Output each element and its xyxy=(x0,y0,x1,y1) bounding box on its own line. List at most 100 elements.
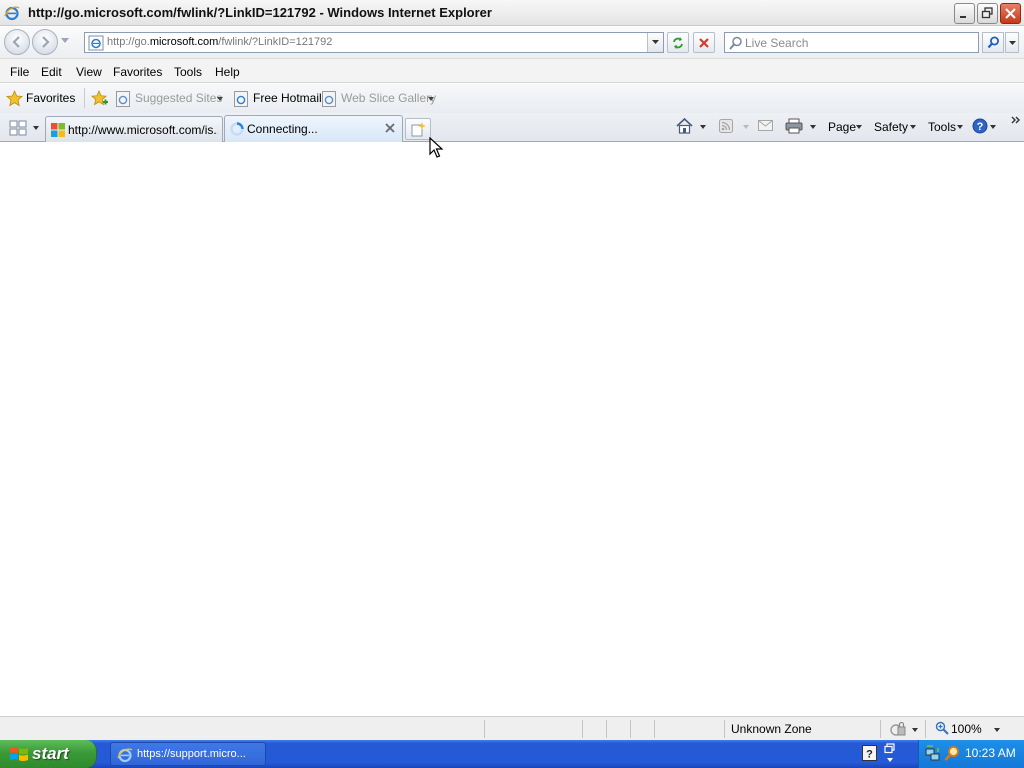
close-window-button[interactable] xyxy=(1000,3,1021,24)
page-menu-button[interactable]: Page xyxy=(828,120,856,134)
search-button[interactable] xyxy=(982,32,1004,53)
svg-text:?: ? xyxy=(977,121,984,133)
new-tab-icon xyxy=(411,122,426,137)
url-text[interactable]: http://go.microsoft.com/fwlink/?LinkID=1… xyxy=(107,36,332,48)
tools-menu-button[interactable]: Tools xyxy=(928,120,956,134)
new-tab-button[interactable] xyxy=(405,118,431,140)
ie-page-icon xyxy=(322,91,336,107)
toolbar-overflow-chevron-icon[interactable] xyxy=(1011,116,1021,124)
chevron-down-icon[interactable] xyxy=(856,125,862,129)
chevron-down-icon xyxy=(1009,41,1016,45)
chevron-down-icon[interactable] xyxy=(428,97,434,101)
tab-microsoft[interactable]: http://www.microsoft.com/is... xyxy=(45,116,223,142)
forward-button[interactable] xyxy=(32,29,58,55)
menu-help[interactable]: Help xyxy=(215,65,240,79)
favorites-button[interactable]: Favorites xyxy=(26,91,75,105)
address-dropdown-button[interactable] xyxy=(647,33,663,52)
help-tray-icon[interactable]: ? xyxy=(862,745,877,761)
url-suffix: /fwlink/?LinkID=121792 xyxy=(218,36,333,48)
page-content xyxy=(0,142,1024,715)
chevron-down-icon[interactable] xyxy=(957,125,963,129)
status-separator xyxy=(654,720,655,738)
network-tray-icon[interactable] xyxy=(925,745,941,762)
start-button[interactable]: start xyxy=(0,740,97,768)
search-icon xyxy=(987,36,999,49)
menu-bar: File Edit View Favorites Tools Help xyxy=(0,58,1024,83)
print-icon[interactable] xyxy=(785,118,803,134)
print-dropdown-icon[interactable] xyxy=(810,125,816,129)
web-slice-gallery-link[interactable]: Web Slice Gallery xyxy=(341,91,436,105)
status-separator xyxy=(925,720,926,738)
menu-view[interactable]: View xyxy=(76,65,102,79)
menu-tools[interactable]: Tools xyxy=(174,65,202,79)
search-tray-icon[interactable] xyxy=(944,745,960,762)
address-toolbar: http://go.microsoft.com/fwlink/?LinkID=1… xyxy=(0,27,1024,58)
taskbar-window-label: https://support.micro... xyxy=(137,748,246,760)
menu-edit[interactable]: Edit xyxy=(41,65,62,79)
suggested-sites-link[interactable]: Suggested Sites xyxy=(135,91,222,105)
back-arrow-icon xyxy=(12,36,20,48)
zoom-icon[interactable] xyxy=(935,721,949,735)
tab-label: Connecting... xyxy=(247,122,318,136)
taskbar-window-button[interactable]: https://support.micro... xyxy=(110,742,266,766)
close-tab-icon[interactable] xyxy=(385,123,395,133)
search-box[interactable] xyxy=(724,32,979,53)
free-hotmail-link[interactable]: Free Hotmail xyxy=(253,91,322,105)
refresh-icon xyxy=(673,37,683,49)
url-prefix: http://go. xyxy=(107,36,150,48)
restore-button[interactable] xyxy=(977,3,998,24)
zoom-dropdown-icon[interactable] xyxy=(994,728,1000,732)
start-label: start xyxy=(32,744,69,763)
status-separator xyxy=(724,720,725,738)
status-separator xyxy=(582,720,583,738)
help-dropdown-icon[interactable] xyxy=(990,125,996,129)
add-to-favorites-bar-icon[interactable] xyxy=(91,90,109,107)
back-button[interactable] xyxy=(4,29,30,55)
search-options-dropdown[interactable] xyxy=(1005,32,1019,53)
status-separator xyxy=(484,720,485,738)
zoom-level[interactable]: 100% xyxy=(951,722,982,736)
taskbar-clock[interactable]: 10:23 AM xyxy=(965,746,1016,760)
minimize-button[interactable] xyxy=(954,3,975,24)
search-input[interactable] xyxy=(745,35,975,50)
chevron-down-icon[interactable] xyxy=(912,728,918,732)
ie-page-icon xyxy=(234,91,248,107)
safety-menu-button[interactable]: Safety xyxy=(874,120,908,134)
protected-mode-icon[interactable] xyxy=(890,721,906,737)
help-icon[interactable]: ? xyxy=(972,118,988,134)
chevron-down-icon[interactable] xyxy=(910,125,916,129)
search-provider-icon xyxy=(729,36,742,50)
stop-button[interactable] xyxy=(693,32,715,53)
refresh-button[interactable] xyxy=(667,32,689,53)
status-separator xyxy=(606,720,607,738)
menu-favorites[interactable]: Favorites xyxy=(113,65,162,79)
internet-explorer-icon xyxy=(117,748,133,763)
home-dropdown-icon[interactable] xyxy=(700,125,706,129)
quick-tabs-icon[interactable] xyxy=(6,117,32,139)
read-mail-icon[interactable] xyxy=(758,120,773,131)
mouse-pointer-icon xyxy=(429,137,443,158)
status-separator xyxy=(880,720,881,738)
status-bar: Unknown Zone 100% xyxy=(0,716,1024,740)
restore-taskbar-icon[interactable] xyxy=(884,743,896,765)
chevron-down-icon[interactable] xyxy=(217,97,223,101)
tab-connecting[interactable]: Connecting... xyxy=(224,115,403,142)
menu-file[interactable]: File xyxy=(10,65,29,79)
ie-page-icon xyxy=(116,91,130,107)
tab-label: http://www.microsoft.com/is... xyxy=(68,123,218,137)
address-field[interactable]: http://go.microsoft.com/fwlink/?LinkID=1… xyxy=(84,32,664,53)
recent-pages-dropdown-icon[interactable] xyxy=(61,38,69,43)
stop-icon xyxy=(699,38,709,48)
tab-list-dropdown-icon[interactable] xyxy=(33,126,39,130)
forward-arrow-icon xyxy=(42,36,50,48)
feeds-icon[interactable] xyxy=(719,119,733,133)
window-title: http://go.microsoft.com/fwlink/?LinkID=1… xyxy=(28,5,492,20)
windows-flag-icon xyxy=(10,747,28,762)
title-bar: http://go.microsoft.com/fwlink/?LinkID=1… xyxy=(0,0,1024,26)
minimize-icon xyxy=(960,16,966,18)
restore-icon xyxy=(981,7,993,19)
feeds-dropdown-icon[interactable] xyxy=(743,125,749,129)
security-zone-label[interactable]: Unknown Zone xyxy=(731,722,812,736)
home-icon[interactable] xyxy=(676,118,693,134)
favorites-separator xyxy=(84,88,85,108)
